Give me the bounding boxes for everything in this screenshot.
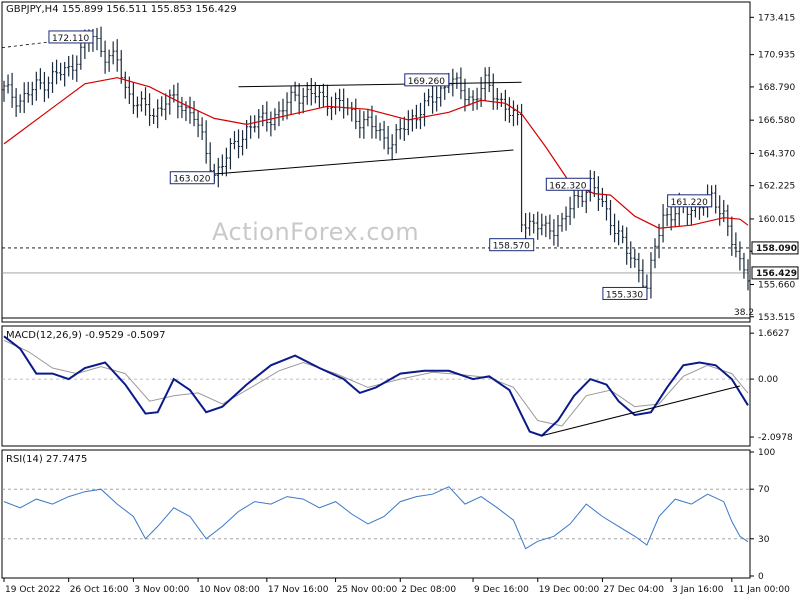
time-axis-label: 10 Nov 08:00 (199, 585, 260, 595)
macd-axis-label: 0.00 (758, 375, 778, 385)
macd-header: MACD(12,26,9) -0.9529 -0.5097 (6, 330, 166, 341)
rsi-axis-label: 70 (758, 485, 770, 495)
price-axis-label: 173.415 (758, 13, 795, 23)
level-label: 158.090 (756, 244, 797, 254)
annotation-label: 162.320 (549, 181, 586, 191)
annotation-label: 155.330 (606, 290, 643, 300)
watermark: ActionForex.com (212, 218, 420, 246)
rsi-header: RSI(14) 27.7475 (6, 454, 88, 465)
annotation-label: 158.570 (493, 242, 530, 252)
level-label: 156.429 (756, 269, 797, 279)
rsi-axis-label: 100 (758, 448, 775, 458)
time-axis-label: 17 Nov 16:00 (268, 585, 329, 595)
time-axis-label: 11 Jan 00:00 (733, 585, 790, 595)
macd-axis-label: 1.6627 (758, 329, 790, 339)
annotation-label: 169.260 (408, 77, 445, 87)
time-axis-label: 2 Dec 08:00 (401, 585, 456, 595)
chart-canvas: 173.415 170.935 168.790 166.580 164.370 162.2… (0, 0, 800, 600)
macd-axis-label: -2.0978 (758, 433, 793, 443)
time-axis-label: 3 Jan 16:00 (672, 585, 724, 595)
chart-title: GBPJPY,H4 155.899 156.511 155.853 156.42… (6, 4, 237, 15)
price-axis-label: 160.015 (758, 215, 795, 225)
time-axis-label: 19 Oct 2022 (5, 585, 61, 595)
price-axis-label: 170.935 (758, 51, 795, 61)
annotation-label: 172.110 (52, 34, 89, 44)
price-axis-label: 166.580 (758, 116, 795, 126)
time-axis-label: 25 Nov 00:00 (337, 585, 398, 595)
rsi-axis-label: 30 (758, 535, 770, 545)
time-axis-label: 27 Dec 04:00 (603, 585, 664, 595)
price-axis-label: 162.225 (758, 182, 795, 192)
fib-label: 38.2 (734, 308, 754, 318)
time-axis-label: 26 Oct 16:00 (70, 585, 129, 595)
time-axis-label: 19 Dec 00:00 (539, 585, 600, 595)
annotation-label: 163.020 (173, 175, 210, 185)
annotation-label: 161.220 (671, 198, 708, 208)
time-axis-label: 9 Dec 16:00 (474, 585, 529, 595)
price-axis-label: 168.790 (758, 83, 795, 93)
price-axis-label: 155.660 (758, 280, 795, 290)
price-axis-label: 164.370 (758, 149, 795, 159)
rsi-axis-label: 0 (758, 572, 764, 582)
time-axis-label: 3 Nov 00:00 (134, 585, 189, 595)
price-axis-label: 153.515 (758, 313, 795, 323)
